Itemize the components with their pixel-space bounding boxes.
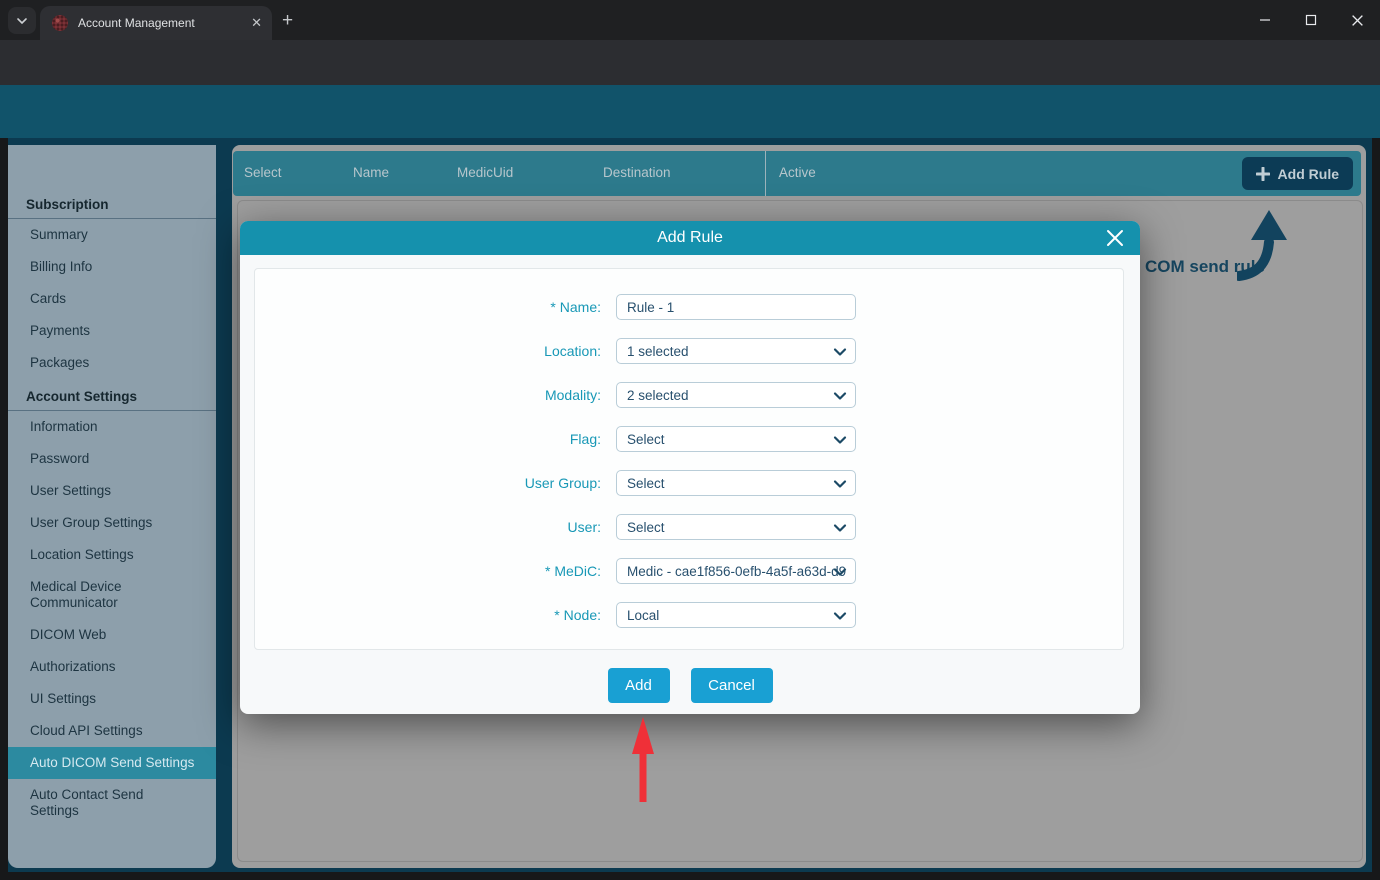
form-row-flag: Flag: Select: [255, 426, 1123, 452]
minimize-icon: [1259, 14, 1271, 26]
close-icon: [1351, 14, 1364, 27]
add-rule-modal: Add Rule * Name: Rule - 1 Location: 1 se…: [240, 221, 1140, 714]
sidebar-item-password[interactable]: Password: [8, 443, 216, 475]
minimize-button[interactable]: [1242, 0, 1288, 40]
chevron-down-icon: [832, 344, 848, 360]
curved-arrow-icon: [1237, 208, 1307, 288]
plus-icon: [1256, 167, 1270, 181]
sidebar-item-cloud-api-settings[interactable]: Cloud API Settings: [8, 715, 216, 747]
browser-tab[interactable]: Account Management ✕: [40, 6, 272, 40]
tab-title: Account Management: [78, 16, 195, 30]
chevron-down-icon: [832, 520, 848, 536]
chevron-down-icon: [832, 564, 848, 580]
sidebar-item-user-settings[interactable]: User Settings: [8, 475, 216, 507]
sidebar: Subscription Summary Billing Info Cards …: [8, 145, 216, 868]
modal-title: Add Rule: [657, 229, 723, 247]
form-row-node: * Node: Local: [255, 602, 1123, 628]
column-name: Name: [353, 165, 389, 180]
add-rule-button[interactable]: Add Rule: [1242, 157, 1353, 190]
user-group-label: User Group:: [255, 475, 601, 491]
medic-label: * MeDiC:: [255, 563, 601, 579]
maximize-button[interactable]: [1288, 0, 1334, 40]
window-frame-bottom: [0, 872, 1380, 880]
chevron-down-icon: [16, 15, 28, 27]
window-frame-right: [1372, 138, 1380, 880]
sidebar-item-information[interactable]: Information: [8, 411, 216, 443]
sidebar-item-summary[interactable]: Summary: [8, 219, 216, 251]
name-input[interactable]: Rule - 1: [616, 294, 856, 320]
browser-tabstrip: Account Management ✕ +: [0, 0, 1380, 40]
location-label: Location:: [255, 343, 601, 359]
close-icon: [1104, 227, 1126, 249]
chevron-down-icon: [832, 608, 848, 624]
modal-header: Add Rule: [240, 221, 1140, 255]
cancel-button[interactable]: Cancel: [691, 668, 773, 703]
form-row-user: User: Select: [255, 514, 1123, 540]
add-rule-label: Add Rule: [1278, 166, 1339, 182]
sidebar-section-subscription: Subscription: [8, 187, 216, 218]
column-destination: Destination: [603, 165, 671, 180]
rules-table-header: Select Name MedicUid Destination Active …: [233, 151, 1361, 196]
column-medicuid: MedicUid: [457, 165, 513, 180]
browser-toolbar: germany.postdicom.com/AccountManagement/…: [0, 40, 1380, 85]
sidebar-item-ui-settings[interactable]: UI Settings: [8, 683, 216, 715]
chevron-down-icon: [832, 388, 848, 404]
sidebar-item-auto-contact-send-settings[interactable]: Auto Contact Send Settings: [8, 779, 190, 827]
flag-label: Flag:: [255, 431, 601, 447]
column-divider: [765, 151, 766, 196]
chevron-down-icon: [832, 476, 848, 492]
postdicom-favicon: [52, 15, 68, 31]
form-row-name: * Name: Rule - 1: [255, 294, 1123, 320]
sidebar-item-billing-info[interactable]: Billing Info: [8, 251, 216, 283]
flag-select[interactable]: Select: [616, 426, 856, 452]
sidebar-item-user-group-settings[interactable]: User Group Settings: [8, 507, 216, 539]
user-label: User:: [255, 519, 601, 535]
form-row-location: Location: 1 selected: [255, 338, 1123, 364]
form-row-modality: Modality: 2 selected: [255, 382, 1123, 408]
sidebar-item-payments[interactable]: Payments: [8, 315, 216, 347]
location-select[interactable]: 1 selected: [616, 338, 856, 364]
sidebar-item-dicom-web[interactable]: DICOM Web: [8, 619, 216, 651]
user-select[interactable]: Select: [616, 514, 856, 540]
modality-select[interactable]: 2 selected: [616, 382, 856, 408]
column-select: Select: [244, 165, 282, 180]
sidebar-section-account-settings: Account Settings: [8, 379, 216, 410]
chevron-down-icon: [832, 432, 848, 448]
sidebar-item-packages[interactable]: Packages: [8, 347, 216, 379]
node-select[interactable]: Local: [616, 602, 856, 628]
sidebar-item-medical-device-communicator[interactable]: Medical Device Communicator: [8, 571, 190, 619]
app-header: postDICOM Auto DICOM Send Settings: [0, 85, 1380, 138]
form-row-user-group: User Group: Select: [255, 470, 1123, 496]
tab-search-button[interactable]: [8, 7, 36, 34]
user-group-select[interactable]: Select: [616, 470, 856, 496]
medic-select[interactable]: Medic - cae1f856-0efb-4a5f-a63d-d9: [616, 558, 856, 584]
modality-label: Modality:: [255, 387, 601, 403]
window-frame-left: [0, 138, 8, 880]
add-button[interactable]: Add: [608, 668, 670, 703]
sidebar-item-cards[interactable]: Cards: [8, 283, 216, 315]
node-label: * Node:: [255, 607, 601, 623]
name-label: * Name:: [255, 299, 601, 315]
modal-footer: Add Cancel: [240, 668, 1140, 703]
red-annotation-arrow: [626, 714, 660, 806]
close-tab-icon[interactable]: ✕: [251, 15, 262, 31]
maximize-icon: [1305, 14, 1317, 26]
modal-form-card: * Name: Rule - 1 Location: 1 selected Mo…: [254, 268, 1124, 650]
close-window-button[interactable]: [1334, 0, 1380, 40]
modal-close-button[interactable]: [1104, 227, 1128, 251]
new-tab-button[interactable]: +: [282, 10, 293, 32]
sidebar-item-location-settings[interactable]: Location Settings: [8, 539, 216, 571]
sidebar-item-auto-dicom-send-settings[interactable]: Auto DICOM Send Settings: [8, 747, 216, 779]
column-active: Active: [779, 165, 816, 180]
sidebar-item-authorizations[interactable]: Authorizations: [8, 651, 216, 683]
form-row-medic: * MeDiC: Medic - cae1f856-0efb-4a5f-a63d…: [255, 558, 1123, 584]
